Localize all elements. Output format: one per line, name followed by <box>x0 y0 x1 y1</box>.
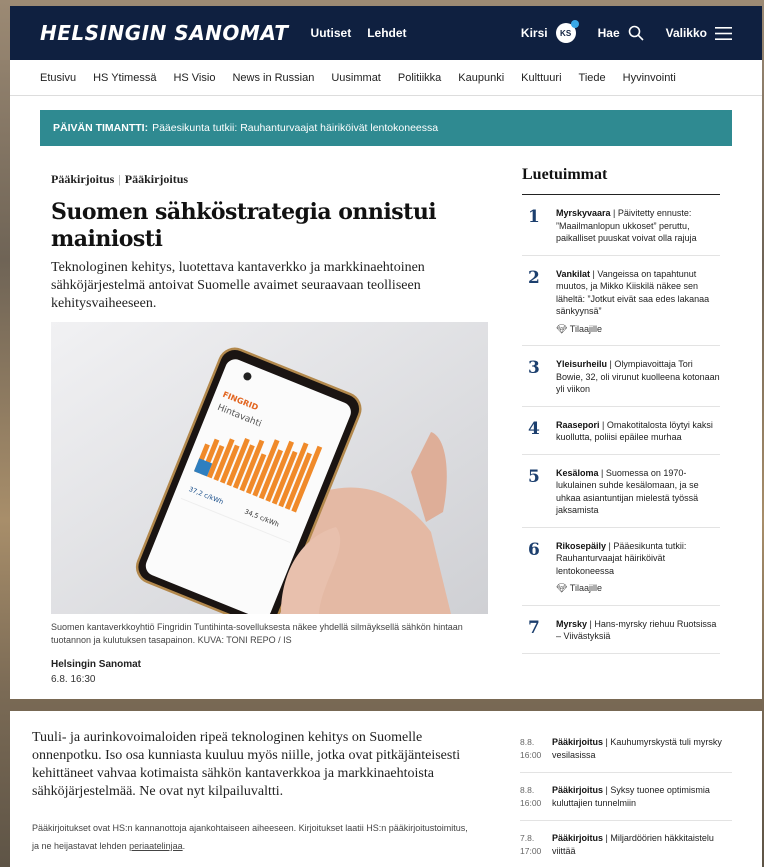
subnav-item-kaupunki[interactable]: Kaupunki <box>458 72 504 84</box>
most-read-panel: Luetuimmat 1 Myrskyvaara | Päivitetty en… <box>522 166 720 654</box>
publish-date: 6.8. 16:30 <box>51 674 96 685</box>
subnav-item-etusivu[interactable]: Etusivu <box>40 72 76 84</box>
item-section: Rikosepäily <box>556 540 607 551</box>
nav-link-uutiset[interactable]: Uutiset <box>311 26 352 40</box>
hamburger-icon <box>715 26 732 40</box>
subscriber-badge: 💎︎ Tilaajille <box>556 323 720 336</box>
list-item[interactable]: 6 Rikosepäily | Pääesikunta tutkii: Rauh… <box>522 528 720 606</box>
banner-text: Pääesikunta tutkii: Rauhanturvaajat häir… <box>152 122 439 134</box>
rank-number: 3 <box>528 358 540 378</box>
kicker-subsection[interactable]: Pääkirjoitus <box>125 172 188 186</box>
list-item[interactable]: 8.8. 16:00 Pääkirjoitus | Kauhumyrskystä … <box>520 725 732 773</box>
item-time: 16:00 <box>520 749 542 760</box>
editorial-note: Pääkirjoitukset ovat HS:n kannanottoja a… <box>32 819 472 855</box>
list-item[interactable]: 5 Kesäloma | Suomessa on 1970-lukulainen… <box>522 455 720 528</box>
list-item[interactable]: 1 Myrskyvaara | Päivitetty ennuste: ”Maa… <box>522 195 720 256</box>
nav-link-lehdet[interactable]: Lehdet <box>367 26 406 40</box>
article-continuation: Tuuli- ja aurinkovoimaloiden ripeä tekno… <box>10 711 762 867</box>
hs-logo[interactable]: HELSINGIN SANOMAT <box>40 21 289 45</box>
breadcrumb: Pääkirjoitus | Pääkirjoitus <box>51 172 491 187</box>
subnav-item-news-in-russian[interactable]: News in Russian <box>232 72 314 84</box>
subscriber-label: Tilaajille <box>569 323 602 334</box>
most-read-title: Luetuimmat <box>522 166 720 195</box>
subnav-item-hs-ytimessa[interactable]: HS Ytimessä <box>93 72 156 84</box>
item-section: Pääkirjoitus <box>552 785 604 795</box>
subnav-item-uusimmat[interactable]: Uusimmat <box>331 72 381 84</box>
image-caption: Suomen kantaverkkoyhtiö Fingridin Tuntih… <box>51 622 463 645</box>
subnav-item-tiede[interactable]: Tiede <box>579 72 606 84</box>
menu-button[interactable]: Valikko <box>666 26 732 40</box>
byline[interactable]: Helsingin Sanomat <box>51 659 491 670</box>
daily-highlight-banner[interactable]: PÄIVÄN TIMANTTI: Pääesikunta tutkii: Rau… <box>40 110 732 146</box>
list-item[interactable]: 4 Raasepori | Omakotitalosta löytyi kaks… <box>522 407 720 455</box>
diamond-icon: 💎︎ <box>556 583 568 593</box>
rank-number: 6 <box>528 539 540 560</box>
article-image[interactable]: FINGRID Hintavahti 37,2 c/kWh 34,5 c/kWh <box>51 322 488 614</box>
kicker-section[interactable]: Pääkirjoitus <box>51 172 114 186</box>
note-end: . <box>182 841 186 851</box>
list-item[interactable]: 7.8. 17:00 Pääkirjoitus | Miljardöörien h… <box>520 821 732 867</box>
diamond-icon: 💎︎ <box>556 323 568 334</box>
search-button[interactable]: Hae <box>598 25 644 41</box>
subnav-item-politiikka[interactable]: Politiikka <box>398 72 441 84</box>
latest-editorials: 8.8. 16:00 Pääkirjoitus | Kauhumyrskystä … <box>520 725 732 867</box>
list-item[interactable]: 7 Myrsky | Hans-myrsky riehuu Ruotsissa … <box>522 606 720 654</box>
article-body: Tuuli- ja aurinkovoimaloiden ripeä tekno… <box>32 730 461 799</box>
list-item[interactable]: 3 Yleisurheilu | Olympiavoittaja Tori Bo… <box>522 346 720 407</box>
search-icon <box>628 25 644 41</box>
rank-number: 2 <box>528 267 540 288</box>
banner-label: PÄIVÄN TIMANTTI: <box>53 122 149 134</box>
user-menu[interactable]: Kirsi KS <box>520 20 579 43</box>
rank-number: 7 <box>528 617 540 638</box>
top-bar: HELSINGIN SANOMAT Uutiset Lehdet Kirsi K… <box>10 6 762 60</box>
item-time: 17:00 <box>520 845 542 856</box>
rank-number: 5 <box>528 466 540 487</box>
item-date: 8.8. <box>520 785 535 795</box>
item-section: Yleisurheilu <box>556 359 608 369</box>
list-item[interactable]: 8.8. 16:00 Pääkirjoitus | Syksy tuonee op… <box>520 773 732 821</box>
subnav-item-hs-visio[interactable]: HS Visio <box>173 72 215 84</box>
item-section: Myrskyvaara <box>556 208 611 218</box>
note-text: Pääkirjoitukset ovat HS:n kannanottoja a… <box>32 823 468 851</box>
search-label: Hae <box>597 26 620 40</box>
list-item[interactable]: 2 Vankilat | Vangeissa on tapahtunut muu… <box>522 256 720 346</box>
rank-number: 1 <box>528 207 540 227</box>
item-section: Raasepori <box>556 419 600 430</box>
item-section: Pääkirjoitus <box>552 833 604 843</box>
section-nav: Etusivu HS Ytimessä HS Visio News in Rus… <box>10 60 762 96</box>
article-main: Pääkirjoitus | Pääkirjoitus Suomen sähköst… <box>51 172 491 685</box>
item-section: Kesäloma <box>556 467 599 478</box>
subnav-item-kulttuuri[interactable]: Kulttuuri <box>521 72 561 84</box>
item-date: 8.8. <box>520 737 535 747</box>
subscriber-label: Tilaajille <box>569 583 602 593</box>
subnav-item-hyvinvointi[interactable]: Hyvinvointi <box>623 72 676 84</box>
article-title: Suomen sähköstrategia onnistui mainiosti <box>51 199 437 252</box>
item-time: 16:00 <box>520 797 542 808</box>
subscriber-badge: 💎︎ Tilaajille <box>556 582 720 595</box>
phone-photo: FINGRID Hintavahti 37,2 c/kWh 34,5 c/kWh <box>51 322 488 614</box>
item-section: Vankilat <box>556 268 591 279</box>
article-page: HELSINGIN SANOMAT Uutiset Lehdet Kirsi K… <box>10 6 762 699</box>
item-section: Myrsky <box>556 618 588 629</box>
item-section: Pääkirjoitus <box>552 737 604 747</box>
avatar: KS <box>555 20 579 43</box>
item-date: 7.8. <box>520 833 535 843</box>
kicker-separator: | <box>118 172 121 186</box>
user-name: Kirsi <box>520 26 548 40</box>
rank-number: 4 <box>528 418 540 439</box>
principles-link[interactable]: periaatelinjaa <box>129 841 183 851</box>
article-lead: Teknologinen kehitys, luotettava kantave… <box>51 260 425 311</box>
menu-label: Valikko <box>665 26 707 40</box>
